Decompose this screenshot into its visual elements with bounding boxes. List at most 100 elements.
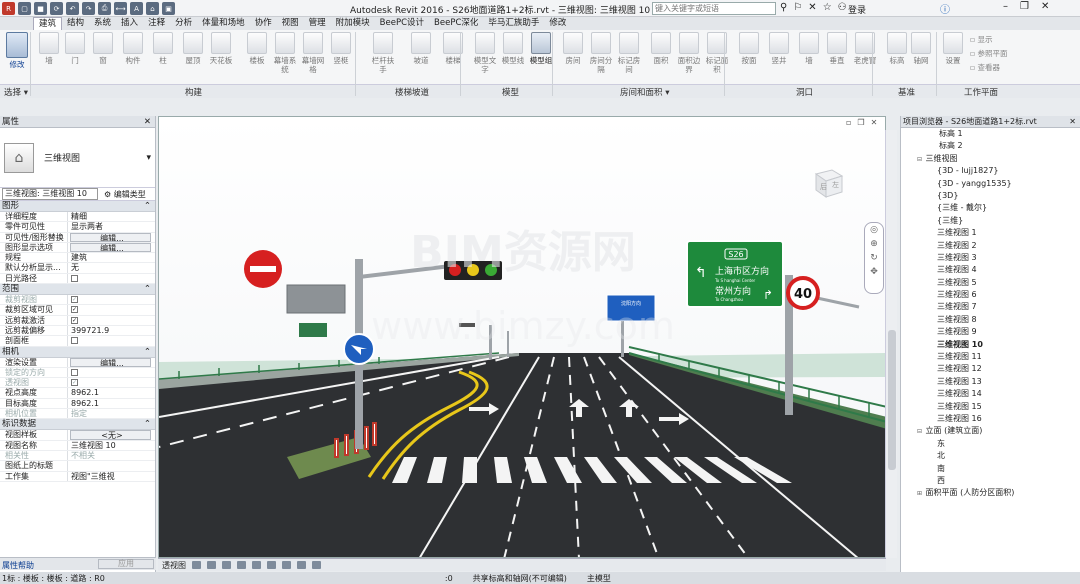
ribbon-button-29[interactable]: 轴网 [908, 32, 934, 65]
select-dropdown[interactable]: 选择 ▾ [4, 86, 28, 98]
text-icon[interactable]: A [130, 2, 143, 15]
ribbon-button-9[interactable]: 幕墙网格 [300, 32, 326, 74]
reveal-hidden-icon[interactable] [312, 561, 321, 569]
tree-item[interactable]: 东 [901, 438, 1080, 450]
ribbon-button-11[interactable]: 栏杆扶手 [370, 32, 396, 74]
render-icon[interactable] [237, 561, 246, 569]
ribbon-button-2[interactable]: 窗 [90, 32, 116, 65]
tab-7[interactable]: 协作 [250, 17, 277, 30]
tree-item[interactable]: {3D - lujj1827} [901, 165, 1080, 177]
chevron-down-icon[interactable]: ▾ [146, 153, 151, 163]
app-menu-icon[interactable]: R [2, 2, 15, 15]
ribbon-button-13[interactable]: 楼梯 [440, 32, 466, 65]
view-cube[interactable]: 后 左 [808, 160, 848, 200]
ribbon-button-30[interactable]: 设置 [940, 32, 966, 65]
close-icon[interactable]: ✕ [1069, 116, 1076, 127]
save-icon[interactable]: ■ [34, 2, 47, 15]
sync-icon[interactable]: ⟳ [50, 2, 63, 15]
pan-icon[interactable]: ✥ [865, 265, 883, 279]
view-selector-dropdown[interactable]: 三维视图: 三维视图 10 [2, 188, 98, 200]
orbit-icon[interactable]: ↻ [865, 251, 883, 265]
tree-item[interactable]: 三维视图 4 [901, 264, 1080, 276]
ribbon-button-26[interactable]: 垂直 [824, 32, 850, 65]
property-section-1[interactable]: 范围 ⌃ [0, 284, 155, 296]
tree-item[interactable]: 三维视图 2 [901, 240, 1080, 252]
tab-12[interactable]: BeePC深化 [429, 17, 483, 30]
open-icon[interactable]: ▢ [18, 2, 31, 15]
zoom-icon[interactable]: ⊕ [865, 237, 883, 251]
tab-3[interactable]: 插入 [116, 17, 143, 30]
checkbox[interactable] [71, 274, 78, 282]
tree-item[interactable]: 三维视图 1 [901, 227, 1080, 239]
restore-icon[interactable]: ❐ [857, 118, 864, 127]
tab-8[interactable]: 视图 [277, 17, 304, 30]
ribbon-button-19[interactable]: 标记房间 [616, 32, 642, 74]
tree-item[interactable]: 三维视图 5 [901, 277, 1080, 289]
ribbon-button-17[interactable]: 房间 [560, 32, 586, 65]
3d-view-icon[interactable]: ⌂ [146, 2, 159, 15]
star-icon[interactable]: ☆ [823, 2, 832, 13]
property-value[interactable]: <无> [70, 430, 151, 440]
property-value[interactable]: ✓ [68, 305, 155, 314]
workplane-mini-button-2[interactable]: ▫ 查看器 [970, 62, 1000, 73]
tab-14[interactable]: 修改 [544, 17, 571, 30]
tab-6[interactable]: 体量和场地 [197, 17, 250, 30]
close-icon[interactable]: ✕ [144, 116, 155, 128]
property-value[interactable]: 编辑... [70, 242, 151, 253]
property-value[interactable]: ✓ [68, 378, 155, 387]
restore-icon[interactable]: ❐ [1020, 1, 1029, 12]
undo-icon[interactable]: ↶ [66, 2, 79, 15]
ribbon-button-12[interactable]: 坡道 [408, 32, 434, 65]
tab-9[interactable]: 管理 [304, 17, 331, 30]
print-icon[interactable]: ⎙ [98, 2, 111, 15]
temp-hide-icon[interactable] [297, 561, 306, 569]
user-icon[interactable]: ⚇ [838, 2, 847, 13]
ribbon-button-15[interactable]: 模型线 [500, 32, 526, 65]
property-value[interactable] [68, 368, 155, 377]
ribbon-button-27[interactable]: 老虎窗 [852, 32, 878, 65]
ribbon-button-7[interactable]: 楼板 [244, 32, 270, 65]
scrollbar-thumb[interactable] [888, 330, 896, 470]
property-value[interactable] [68, 336, 155, 345]
tab-11[interactable]: BeePC设计 [375, 17, 429, 30]
workplane-mini-button-1[interactable]: ▫ 参照平面 [970, 48, 1007, 59]
tree-item[interactable]: 南 [901, 463, 1080, 475]
ribbon-button-23[interactable]: 按面 [736, 32, 762, 65]
ribbon-button-16[interactable]: 模型组 [528, 32, 554, 65]
tree-item[interactable]: 标高 1 [901, 128, 1080, 140]
tree-item[interactable]: 三维视图 12 [901, 363, 1080, 375]
workplane-mini-button-0[interactable]: ▫ 显示 [970, 34, 992, 45]
property-section-2[interactable]: 相机 ⌃ [0, 346, 155, 358]
tree-item[interactable]: 三维视图 16 [901, 413, 1080, 425]
help-icon[interactable]: ⓘ [940, 1, 950, 16]
tree-item[interactable]: ⊟ 三维视图 [901, 153, 1080, 165]
tab-10[interactable]: 附加模块 [331, 17, 375, 30]
tab-1[interactable]: 结构 [62, 17, 89, 30]
visual-style-icon[interactable] [192, 561, 201, 569]
ribbon-button-20[interactable]: 面积 [648, 32, 674, 65]
crop-view-icon[interactable] [252, 561, 261, 569]
ribbon-button-3[interactable]: 构件 [120, 32, 146, 65]
checkbox[interactable]: ✓ [71, 379, 78, 387]
tree-item[interactable]: ⊟ 立面 (建筑立面) [901, 425, 1080, 437]
tree-item[interactable]: 北 [901, 450, 1080, 462]
close-icon[interactable]: ✕ [1041, 1, 1049, 12]
expand-icon[interactable]: ⊞ [917, 488, 923, 500]
close-hidden-icon[interactable]: ▣ [162, 2, 175, 15]
redo-icon[interactable]: ↷ [82, 2, 95, 15]
tree-item[interactable]: 西 [901, 475, 1080, 487]
tab-0[interactable]: 建筑 [33, 17, 63, 30]
property-value[interactable]: ✓ [68, 295, 155, 304]
tree-item[interactable]: 三维视图 10 [901, 339, 1080, 351]
property-value[interactable]: 编辑... [70, 232, 151, 242]
modify-button[interactable]: 修改 [4, 32, 30, 69]
tree-item[interactable]: 三维视图 9 [901, 326, 1080, 338]
ribbon-button-0[interactable]: 墙 [36, 32, 62, 65]
tree-item[interactable]: {3D} [901, 190, 1080, 202]
show-crop-icon[interactable] [267, 561, 276, 569]
ribbon-button-22[interactable]: 标记面积 [704, 32, 730, 74]
ribbon-button-25[interactable]: 墙 [796, 32, 822, 65]
exchange-icon[interactable]: ✕ [808, 2, 816, 13]
ribbon-button-18[interactable]: 房间分隔 [588, 32, 614, 74]
edit-type-button[interactable]: ⚙ 编辑类型 [98, 189, 146, 200]
